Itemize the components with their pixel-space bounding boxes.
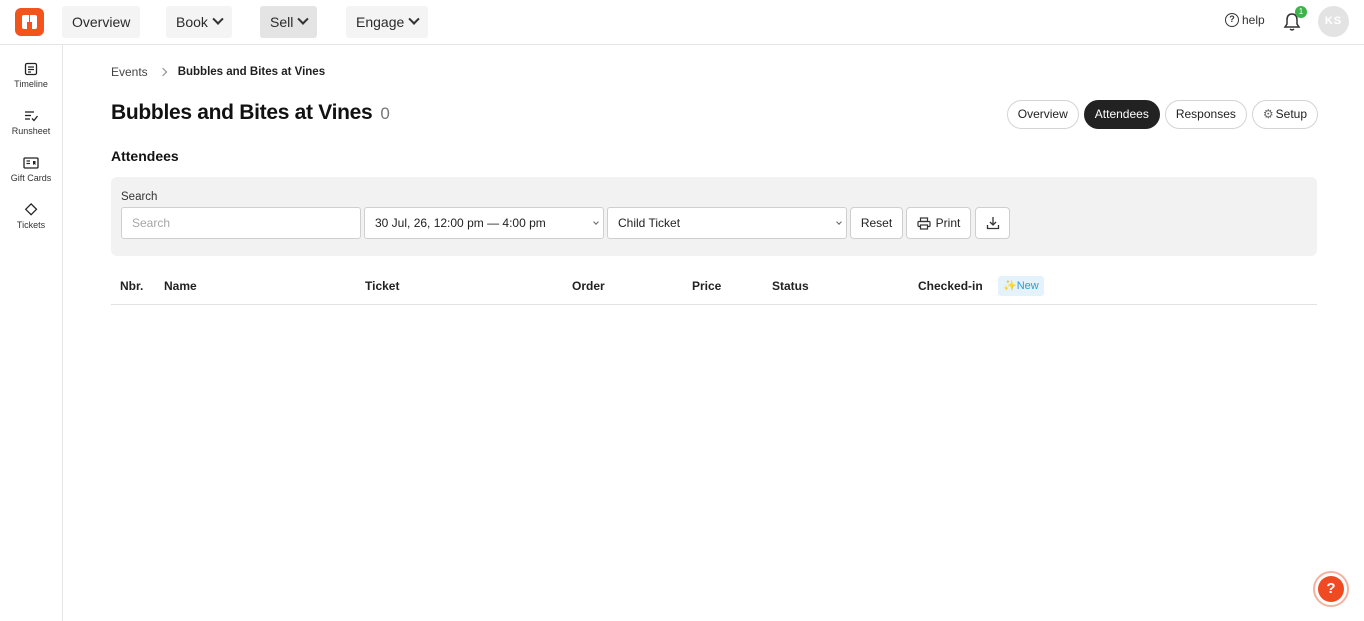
sidebar-item-label: Runsheet: [11, 126, 51, 136]
sidebar-item-tickets[interactable]: Tickets: [0, 203, 62, 230]
tab-responses-label: Responses: [1175, 107, 1236, 121]
new-feature-badge: ✨New: [998, 276, 1044, 296]
sidebar-item-label: Gift Cards: [10, 173, 52, 183]
filter-panel: Search 30 Jul, 26, 12:00 pm — 4:00 pm Ch…: [111, 177, 1317, 256]
tab-setup-label: Setup: [1275, 107, 1307, 121]
sidebar-item-label: Tickets: [16, 220, 46, 230]
chevron-down-icon: [593, 219, 599, 225]
ticket-type-select-value: Child Ticket: [618, 216, 681, 230]
chevron-down-icon: [836, 219, 842, 225]
column-header-nbr[interactable]: Nbr.: [120, 279, 143, 293]
sidebar-item-timeline[interactable]: Timeline: [0, 62, 62, 89]
download-icon: [986, 217, 999, 230]
page-title-text: Bubbles and Bites at Vines: [111, 101, 373, 124]
print-button-label: Print: [935, 216, 961, 230]
column-header-ticket[interactable]: Ticket: [365, 279, 399, 293]
tab-attendees[interactable]: Attendees: [1083, 100, 1160, 129]
nav-book[interactable]: Book: [166, 6, 232, 38]
session-select[interactable]: 30 Jul, 26, 12:00 pm — 4:00 pm: [364, 207, 604, 239]
tab-setup[interactable]: ⚙ Setup: [1251, 100, 1318, 129]
help-fab-button[interactable]: ?: [1313, 571, 1349, 607]
attendee-count: 0: [380, 104, 390, 123]
sidebar: Timeline Runsheet Gift Cards Tickets: [0, 45, 63, 621]
nav-engage[interactable]: Engage: [346, 6, 429, 38]
user-avatar[interactable]: KS: [1318, 6, 1349, 37]
tab-attendees-label: Attendees: [1094, 107, 1149, 121]
search-input[interactable]: [121, 207, 361, 239]
nav-sell-label: Sell: [270, 14, 294, 30]
sidebar-item-runsheet[interactable]: Runsheet: [0, 109, 62, 136]
chevron-down-icon: [212, 13, 224, 25]
chevron-down-icon: [408, 13, 420, 25]
event-tabs: Overview Attendees Responses ⚙ Setup: [1006, 100, 1318, 129]
breadcrumb-events-link[interactable]: Events: [111, 65, 148, 79]
column-header-name[interactable]: Name: [164, 279, 197, 293]
runsheet-icon: [25, 111, 38, 122]
chevron-down-icon: [297, 13, 310, 25]
notification-badge: 1: [1295, 6, 1307, 18]
breadcrumb: Events Bubbles and Bites at Vines: [111, 65, 325, 79]
nav-book-label: Book: [176, 14, 208, 30]
column-header-price[interactable]: Price: [692, 279, 721, 293]
reset-button-label: Reset: [860, 216, 893, 230]
tab-overview-label: Overview: [1017, 107, 1068, 121]
help-label: help: [1242, 13, 1265, 27]
attendees-table-header: Nbr. Name Ticket Order Price Status Chec…: [111, 270, 1317, 305]
tab-responses[interactable]: Responses: [1164, 100, 1247, 129]
reset-button[interactable]: Reset: [850, 207, 903, 239]
session-select-value: 30 Jul, 26, 12:00 pm — 4:00 pm: [375, 216, 546, 230]
timeline-icon: [24, 62, 38, 76]
section-title: Attendees: [111, 148, 179, 164]
column-header-checked-in[interactable]: Checked-in: [918, 279, 983, 293]
question-mark-icon: ?: [1318, 576, 1344, 602]
column-header-order[interactable]: Order: [572, 279, 605, 293]
print-button[interactable]: Print: [906, 207, 971, 239]
chevron-right-icon: [158, 67, 167, 77]
ticket-icon: [24, 203, 38, 216]
nav-sell[interactable]: Sell: [260, 6, 318, 38]
nav-overview[interactable]: Overview: [62, 6, 141, 38]
brand-logo-icon[interactable]: [15, 8, 44, 36]
nav-engage-label: Engage: [356, 14, 405, 30]
breadcrumb-current: Bubbles and Bites at Vines: [177, 66, 326, 78]
question-circle-icon: ?: [1225, 13, 1239, 27]
column-header-status[interactable]: Status: [772, 279, 809, 293]
sidebar-item-label: Timeline: [14, 79, 48, 89]
ticket-type-select[interactable]: Child Ticket: [607, 207, 847, 239]
help-link[interactable]: ? help: [1225, 13, 1265, 27]
gear-icon: ⚙: [1262, 107, 1274, 121]
nav-overview-label: Overview: [72, 14, 131, 30]
printer-icon: [917, 216, 931, 230]
gift-card-icon: [23, 157, 39, 169]
sidebar-item-gift-cards[interactable]: Gift Cards: [0, 156, 62, 183]
top-navigation-bar: Overview Book Sell Engage ? help 1 KS: [0, 0, 1364, 45]
tab-overview[interactable]: Overview: [1006, 100, 1079, 129]
page-title: Bubbles and Bites at Vines 0: [111, 101, 390, 125]
search-label: Search: [121, 191, 158, 203]
download-button[interactable]: [975, 207, 1010, 239]
